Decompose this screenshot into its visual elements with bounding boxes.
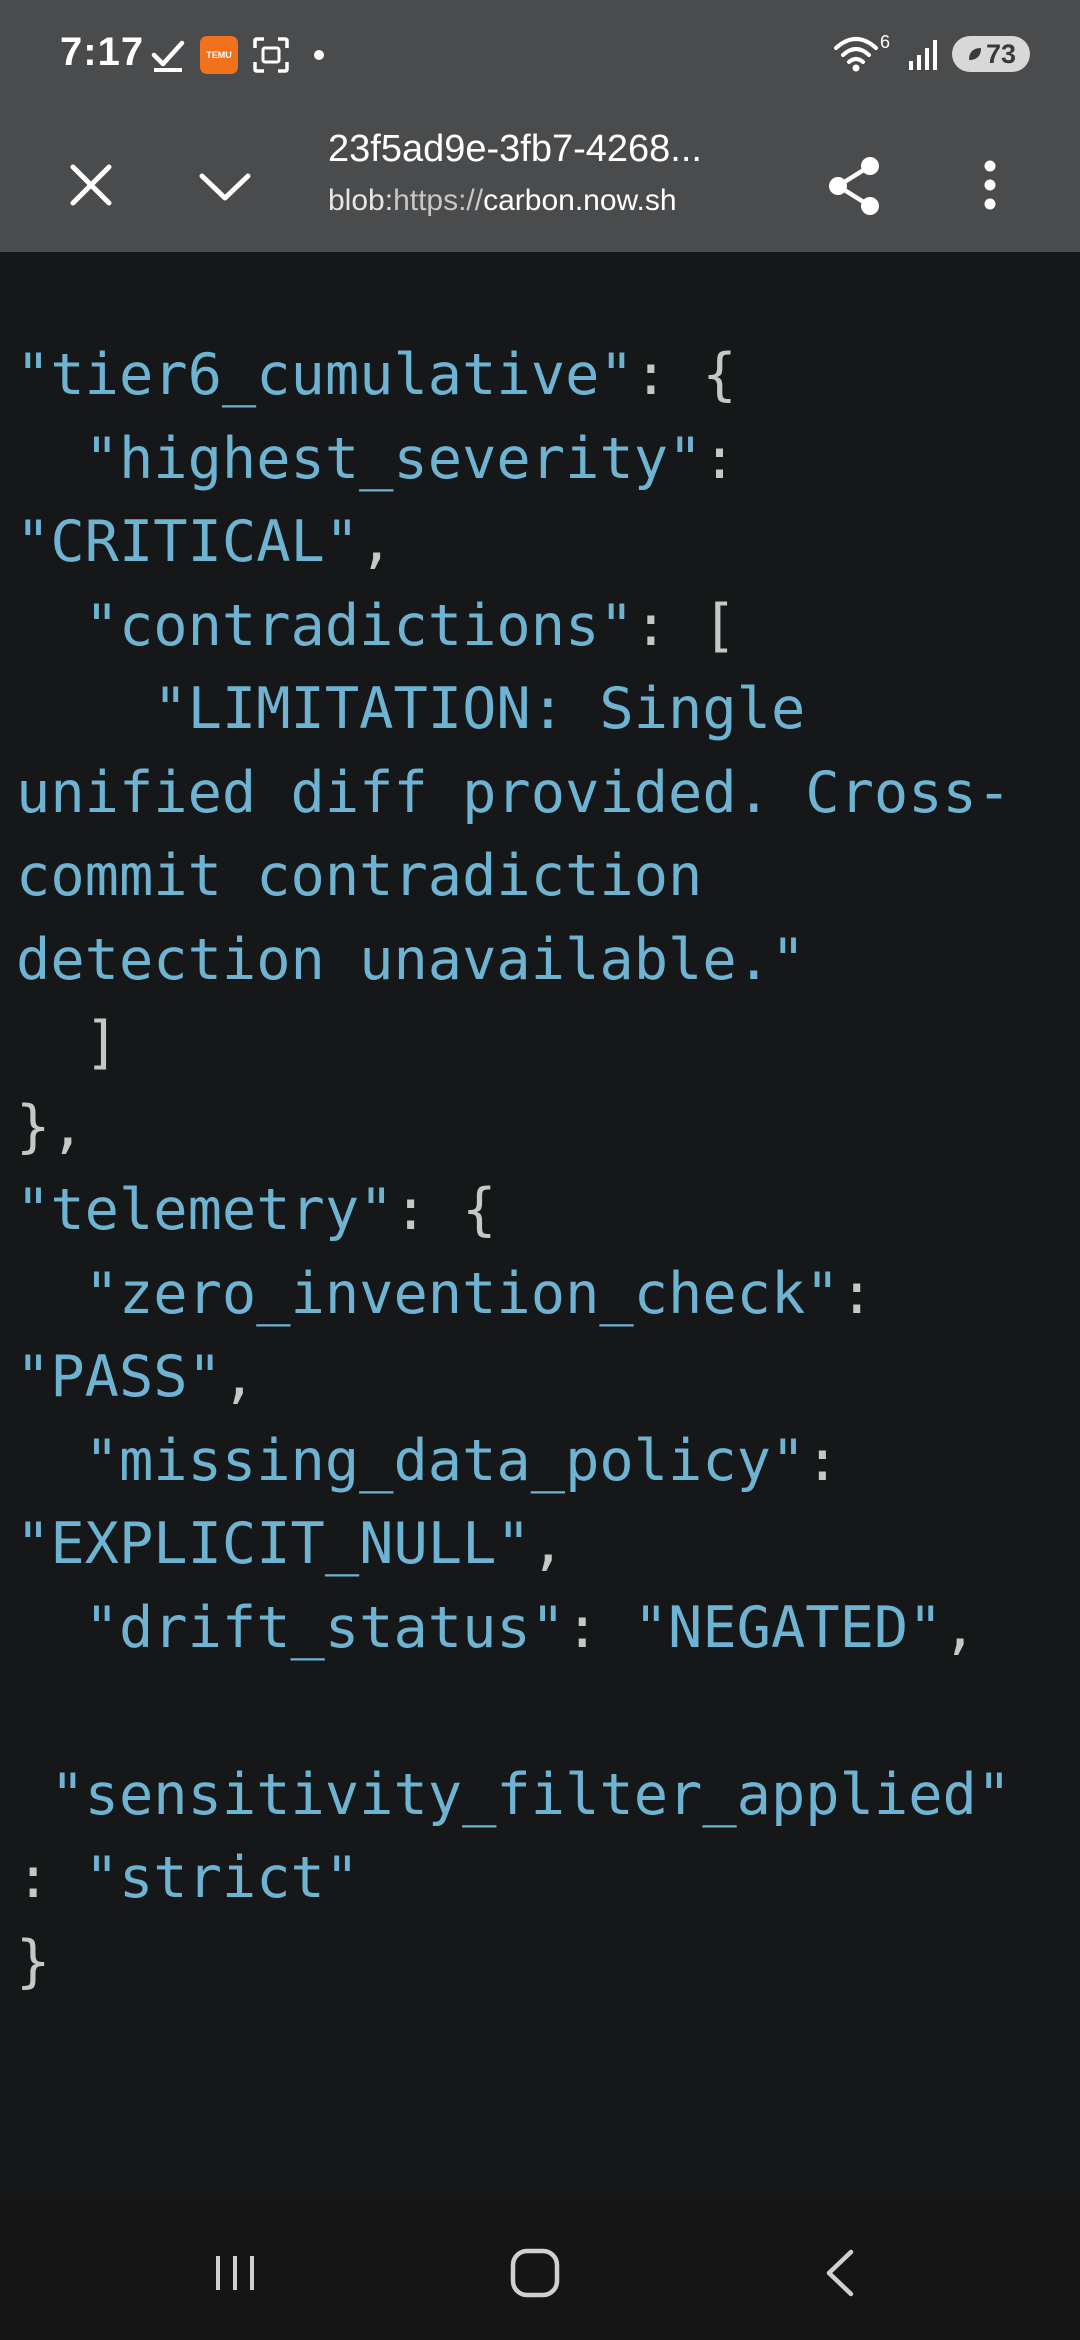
battery-indicator: 73 xyxy=(952,36,1030,72)
system-nav-bar xyxy=(0,2202,1080,2340)
status-system-icons: 6 73 xyxy=(833,32,1030,72)
code-string-token: "CRITICAL" xyxy=(16,509,360,575)
url-protocol: https:// xyxy=(393,184,484,217)
close-icon xyxy=(70,164,112,206)
code-line: unified diff provided. Cross- xyxy=(16,752,1011,836)
code-string-token: "drift_status" xyxy=(16,1594,566,1661)
more-options-button[interactable] xyxy=(955,150,1025,220)
share-button[interactable] xyxy=(820,150,890,220)
page-title: 23f5ad9e-3fb7-4268... xyxy=(328,128,702,170)
code-punct-token: , xyxy=(942,1594,977,1661)
recent-apps-icon xyxy=(216,2256,254,2290)
code-line: "CRITICAL", xyxy=(16,501,1011,585)
code-string-token: "LIMITATION: Single xyxy=(16,676,806,742)
code-punct-token: : xyxy=(16,1845,85,1911)
screenshot-icon xyxy=(253,37,289,73)
code-line: ] xyxy=(16,1002,1011,1086)
code-string-token: commit contradiction xyxy=(16,843,703,909)
code-punct-token: : xyxy=(565,1594,634,1661)
more-vert-icon xyxy=(984,160,996,210)
code-punct-token: , xyxy=(221,1344,257,1410)
code-line: "tier6_cumulative": { xyxy=(16,334,1011,418)
code-line: "telemetry": { xyxy=(16,1169,1011,1253)
code-string-token: "telemetry" xyxy=(16,1177,394,1243)
page-url: blob:https://carbon.now.sh xyxy=(328,184,728,218)
json-code-block: "tier6_cumulative": { "highest_severity"… xyxy=(16,334,1011,2004)
code-line: ​ xyxy=(16,1670,1011,1754)
code-line: "drift_status": "NEGATED", xyxy=(16,1587,1011,1671)
code-line: "zero_invention_check": xyxy=(16,1253,1011,1337)
code-punct-token: , xyxy=(530,1511,566,1577)
url-host: carbon.now.sh xyxy=(483,184,677,217)
notification-dot-icon xyxy=(314,50,324,60)
code-string-token: "tier6_cumulative" xyxy=(16,342,634,408)
code-string-token: "missing_data_policy" xyxy=(16,1427,806,1494)
back-icon xyxy=(826,2249,854,2297)
code-string-token: "NEGATED" xyxy=(633,1594,943,1661)
code-punct-token: : { xyxy=(633,342,737,408)
code-punct-token: : xyxy=(702,425,737,492)
code-string-token: "PASS" xyxy=(16,1344,222,1410)
temu-badge-label: TEMU xyxy=(206,49,232,60)
status-time: 7:17 xyxy=(60,30,145,74)
minimize-button[interactable] xyxy=(190,150,260,220)
check-icon xyxy=(151,40,185,72)
recent-apps-button[interactable] xyxy=(200,2238,270,2308)
browser-toolbar: 23f5ad9e-3fb7-4268... blob:https://carbo… xyxy=(0,120,1080,252)
temu-app-icon: TEMU xyxy=(200,36,238,74)
code-line: "LIMITATION: Single xyxy=(16,668,1011,752)
code-viewer[interactable]: "tier6_cumulative": { "highest_severity"… xyxy=(0,252,1080,2202)
code-string-token: unified diff provided. Cross- xyxy=(16,759,1012,826)
code-string-token: detection unavailable." xyxy=(16,926,806,993)
status-notification-icons: TEMU xyxy=(150,36,324,74)
code-line: }, xyxy=(16,1086,1011,1170)
network-type-label: 6 xyxy=(879,31,890,52)
wifi-icon xyxy=(833,37,878,72)
code-string-token: "EXPLICIT_NULL" xyxy=(16,1511,531,1577)
code-string-token: "sensitivity_filter_applied" xyxy=(16,1761,1012,1828)
code-string-token: "contradictions" xyxy=(16,592,634,659)
code-line: commit contradiction xyxy=(16,835,1011,919)
code-punct-token: } xyxy=(16,1928,51,1995)
code-line: "PASS", xyxy=(16,1336,1011,1420)
close-button[interactable] xyxy=(56,150,126,220)
code-punct-token: , xyxy=(359,509,394,575)
share-icon xyxy=(829,157,879,215)
home-button[interactable] xyxy=(500,2238,570,2308)
code-punct-token: }, xyxy=(16,1093,85,1160)
code-line: "missing_data_policy": xyxy=(16,1420,1011,1504)
code-line: "highest_severity": xyxy=(16,418,1011,502)
signal-icon xyxy=(909,40,937,70)
status-bar: 7:17 TEMU 6 73 xyxy=(0,0,1080,120)
back-button[interactable] xyxy=(805,2238,875,2308)
code-line: "contradictions": [ xyxy=(16,585,1011,669)
chevron-down-icon xyxy=(199,173,251,201)
code-line: } xyxy=(16,1921,1011,2005)
code-string-token: "strict" xyxy=(84,1845,360,1911)
code-punct-token: : [ xyxy=(633,592,737,659)
battery-saver-icon xyxy=(968,48,981,60)
code-punct-token: : xyxy=(839,1260,874,1327)
code-line: detection unavailable." xyxy=(16,919,1011,1003)
code-line: : "strict" xyxy=(16,1837,1011,1921)
code-string-token: "highest_severity" xyxy=(16,425,703,492)
code-line: "EXPLICIT_NULL", xyxy=(16,1503,1011,1587)
code-punct-token: : xyxy=(805,1427,840,1494)
url-scheme: blob: xyxy=(328,184,394,217)
code-string-token: "zero_invention_check" xyxy=(16,1260,840,1327)
home-icon xyxy=(510,2248,560,2298)
code-punct-token: ] xyxy=(16,1010,119,1076)
battery-level: 73 xyxy=(985,38,1017,69)
code-line: "sensitivity_filter_applied" xyxy=(16,1754,1011,1838)
code-punct-token: : { xyxy=(393,1177,497,1243)
